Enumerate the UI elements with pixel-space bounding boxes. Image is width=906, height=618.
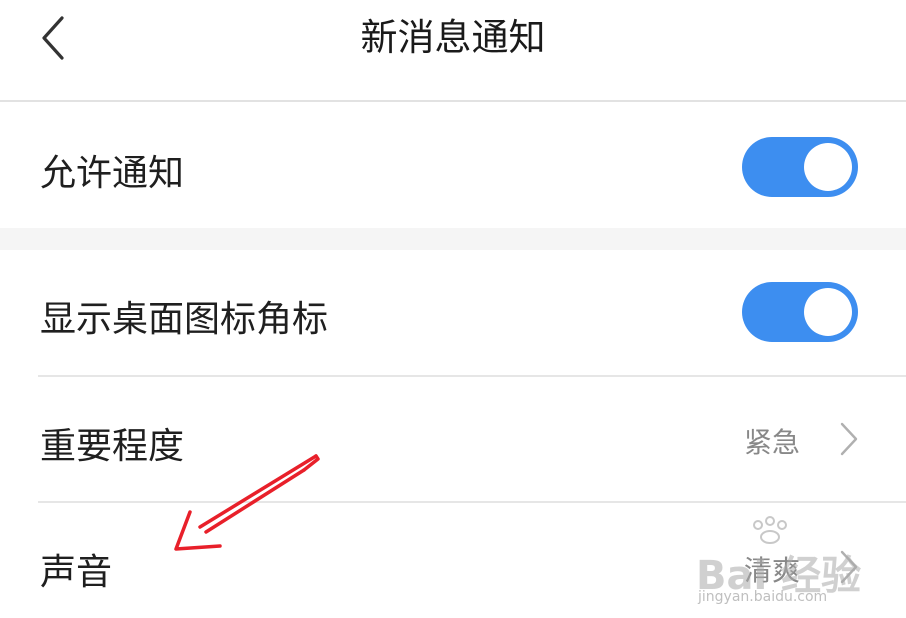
importance-label: 重要程度	[40, 426, 185, 467]
importance-value: 紧急	[744, 426, 801, 459]
allow-notifications-row[interactable]: 允许通知	[0, 104, 906, 228]
badge-icon-toggle[interactable]	[742, 282, 858, 342]
section-gap	[0, 228, 906, 250]
toggle-knob	[804, 143, 852, 191]
page-title: 新消息通知	[360, 16, 546, 59]
badge-icon-label: 显示桌面图标角标	[40, 299, 329, 340]
paw-logo-icon	[753, 516, 787, 544]
watermark-url: jingyan.baidu.com	[698, 589, 828, 605]
header-bar: 新消息通知	[0, 0, 906, 102]
settings-page: 新消息通知 允许通知 显示桌面图标角标 重要程度 紧急 声音 清爽 Bai 经验…	[0, 0, 906, 618]
allow-notifications-label: 允许通知	[40, 153, 185, 194]
badge-icon-row[interactable]: 显示桌面图标角标	[0, 250, 906, 375]
baidu-jingyan-watermark: Bai 经验 jingyan.baidu.com	[692, 515, 892, 610]
sound-label: 声音	[40, 552, 113, 593]
chevron-right-icon	[840, 422, 858, 456]
toggle-knob	[804, 288, 852, 336]
importance-row[interactable]: 重要程度 紧急	[0, 377, 906, 501]
allow-notifications-toggle[interactable]	[742, 137, 858, 197]
